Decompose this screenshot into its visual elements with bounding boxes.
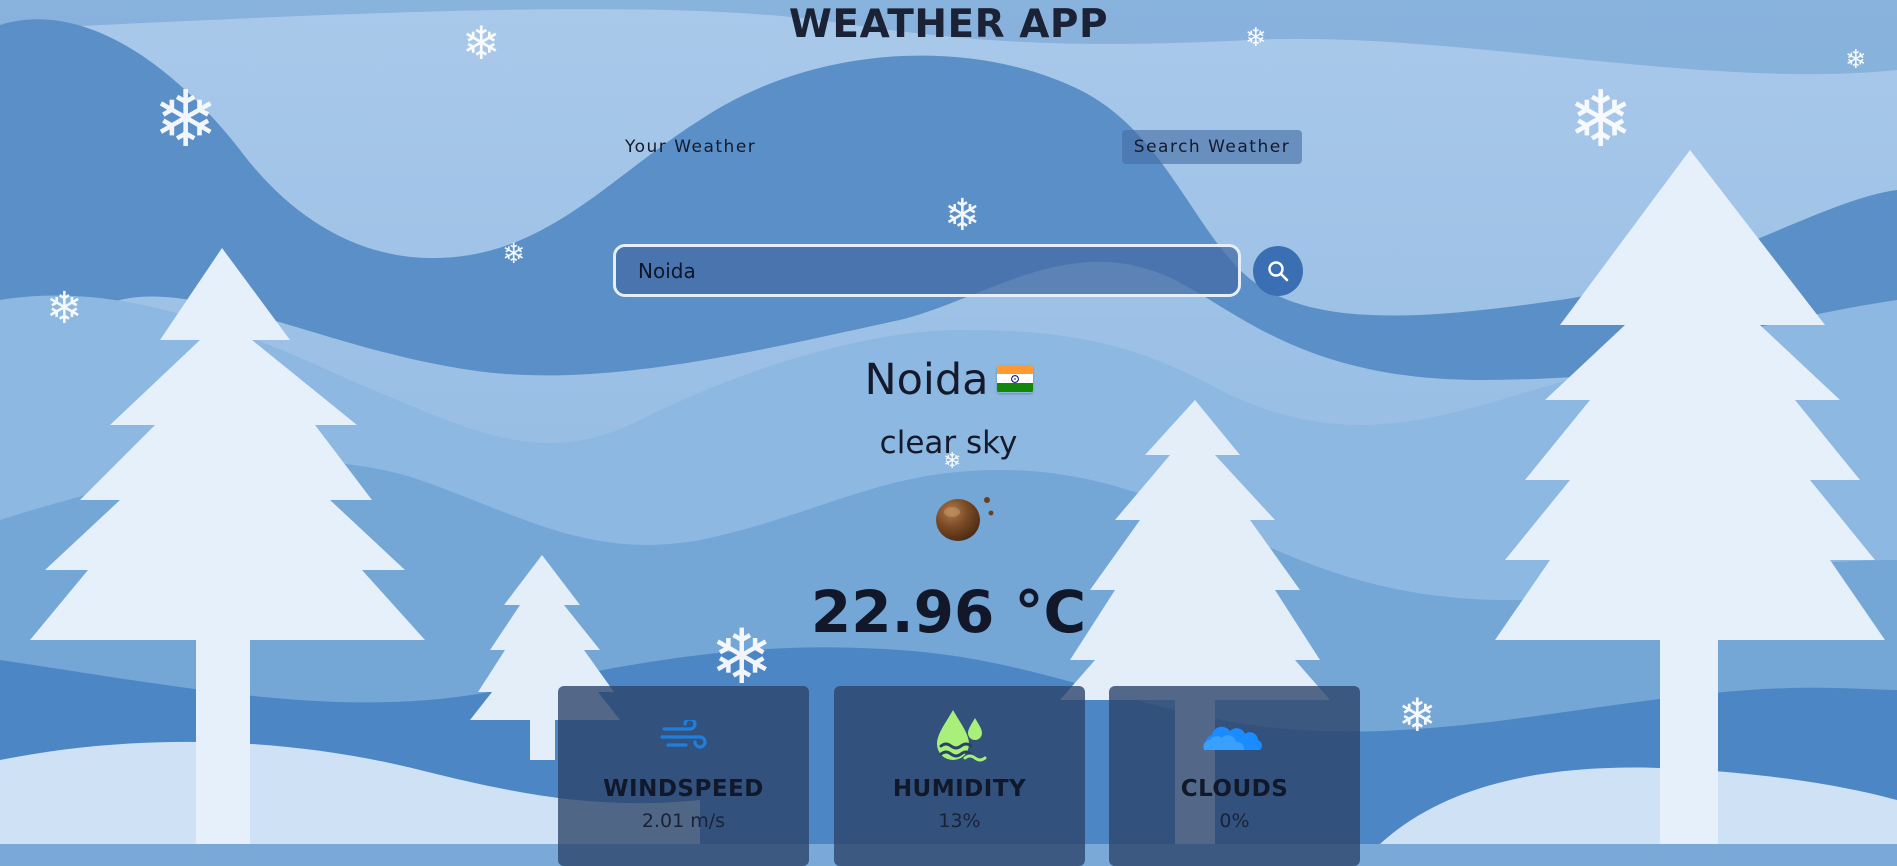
snowflake-icon: ❄ (153, 75, 219, 163)
clear-sky-icon (936, 497, 994, 541)
city-name: Noida (864, 355, 989, 405)
humidity-value: 13% (938, 810, 981, 832)
snowflake-icon: ❄ (1845, 44, 1867, 74)
city-heading: Noida (0, 355, 1897, 405)
snowflake-icon: ❄ (944, 191, 981, 240)
windspeed-label: WINDSPEED (603, 776, 764, 802)
search-input[interactable] (616, 247, 1238, 294)
tab-your-weather[interactable]: Your Weather (615, 130, 766, 164)
humidity-label: HUMIDITY (892, 776, 1027, 802)
clouds-value: 0% (1219, 810, 1250, 832)
humidity-card: HUMIDITY 13% (834, 686, 1085, 866)
temperature-value: 22.96 °C (810, 578, 1087, 646)
search-icon (1268, 261, 1289, 282)
tab-search-weather[interactable]: Search Weather (1122, 130, 1302, 164)
humidity-icon (936, 710, 986, 762)
snowflake-icon: ❄ (1568, 75, 1634, 163)
search-field (613, 244, 1241, 297)
clouds-label: CLOUDS (1180, 776, 1289, 802)
windspeed-card: WINDSPEED 2.01 m/s (558, 686, 809, 866)
clouds-card: CLOUDS 0% (1109, 686, 1360, 866)
india-flag-icon (996, 364, 1033, 393)
weather-description: clear sky (879, 425, 1018, 461)
wind-icon (659, 720, 707, 749)
search-button[interactable] (1253, 246, 1303, 296)
snowflake-icon: ❄ (502, 238, 526, 269)
snowflake-icon: ❄ (1398, 689, 1437, 741)
cloud-icon (1202, 726, 1262, 750)
snowflake-icon: ❄ (46, 284, 83, 333)
windspeed-value: 2.01 m/s (641, 810, 726, 832)
app-title: WEATHER APP (788, 2, 1109, 47)
